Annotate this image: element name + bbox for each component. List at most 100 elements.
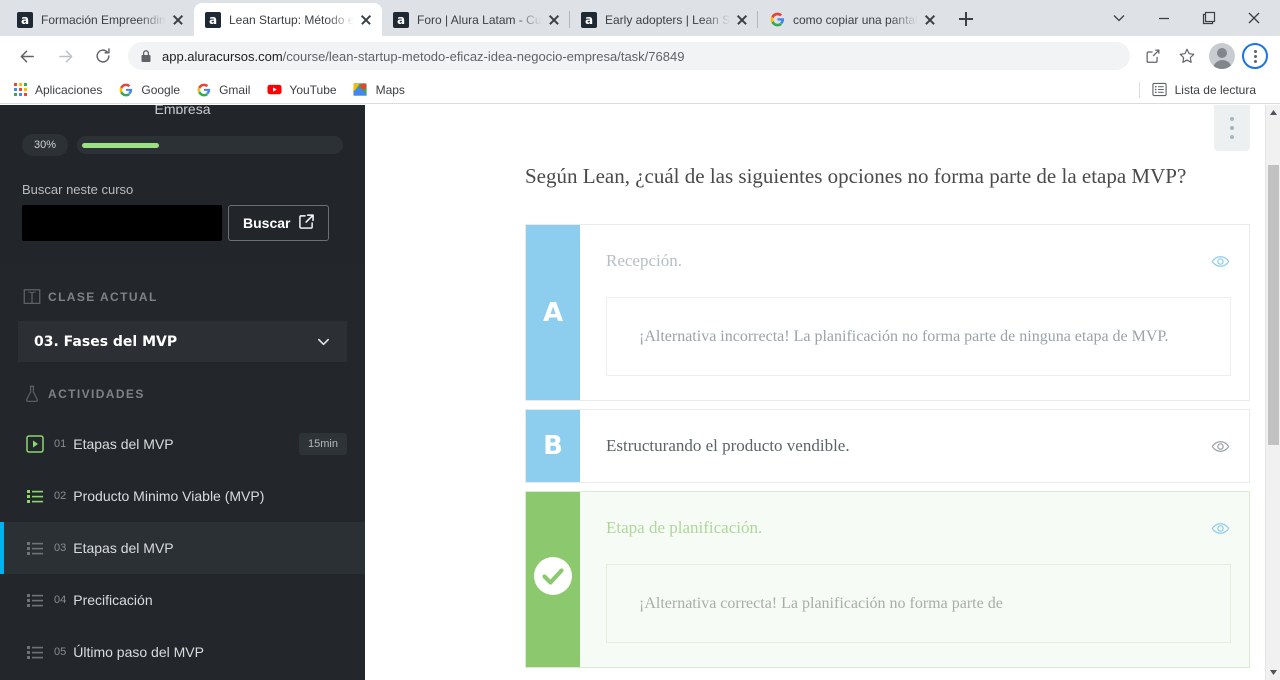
task-card: Según Lean, ¿cuál de las siguientes opci… xyxy=(525,105,1250,680)
bookmark-maps[interactable]: Maps xyxy=(351,79,413,101)
address-bar[interactable]: app.aluracursos.com/course/lean-startup-… xyxy=(128,42,1130,70)
activity-label: Etapas del MVP xyxy=(73,436,174,452)
browser-window: a Formación Empreendimie a Lean Startup:… xyxy=(0,0,1280,680)
progress-bar-track xyxy=(77,136,343,154)
alternative-body: Estructurando el producto vendible. xyxy=(580,410,1249,482)
tab-title: como copiar una pantalla xyxy=(793,12,918,27)
activity-duration: 15min xyxy=(299,433,347,455)
reading-list-area: Lista de lectura xyxy=(1138,79,1270,101)
page-viewport: Empresa 30% Buscar neste curso Buscar CL… xyxy=(0,105,1280,680)
alternative-header: Estructurando el producto vendible. xyxy=(606,410,1249,482)
close-icon[interactable] xyxy=(922,12,938,28)
tab-search-icon[interactable] xyxy=(1096,2,1141,34)
divider xyxy=(1138,81,1140,98)
activity-label: Último paso del MVP xyxy=(73,644,204,660)
sidebar-activity-03[interactable]: 03 Etapas del MVP xyxy=(0,522,365,574)
activity-number: 03 xyxy=(54,542,67,554)
activity-number: 02 xyxy=(54,490,67,502)
alura-icon: a xyxy=(393,11,409,28)
alternative-header: Etapa de planificación. xyxy=(606,492,1249,564)
scrollbar-thumb[interactable] xyxy=(1268,165,1279,445)
close-icon[interactable] xyxy=(358,12,374,28)
reading-list-label: Lista de lectura xyxy=(1174,82,1256,97)
scroll-up-arrow-icon[interactable] xyxy=(1266,105,1280,120)
eye-icon[interactable] xyxy=(1211,519,1231,538)
alternative-c[interactable]: Etapa de planificación. ¡Alternativa cor… xyxy=(525,491,1250,668)
tab-title: Early adopters | Lean Start xyxy=(605,12,730,27)
new-tab-button[interactable] xyxy=(952,5,980,33)
browser-tab-4[interactable]: a Early adopters | Lean Start xyxy=(569,3,758,36)
activity-number: 04 xyxy=(54,594,67,606)
main-content: Según Lean, ¿cuál de las siguientes opci… xyxy=(365,105,1280,680)
sidebar-activity-05[interactable]: 05 Último paso del MVP xyxy=(0,626,365,678)
url-text: app.aluracursos.com/course/lean-startup-… xyxy=(162,49,684,64)
alternative-b[interactable]: B Estructurando el producto vendible. xyxy=(525,409,1250,483)
minimize-icon[interactable] xyxy=(1141,2,1186,34)
bookmark-apps[interactable]: Aplicaciones xyxy=(10,79,110,101)
chrome-menu-icon[interactable] xyxy=(1242,43,1268,69)
reading-list-button[interactable]: Lista de lectura xyxy=(1150,79,1264,101)
bookmark-label: Aplicaciones xyxy=(35,82,103,97)
more-options-icon[interactable] xyxy=(1214,105,1250,151)
back-icon[interactable] xyxy=(13,42,41,70)
share-icon[interactable] xyxy=(1139,42,1167,70)
activities-section-header: ACTIVIDADES xyxy=(0,362,365,418)
flask-icon xyxy=(22,384,48,404)
search-button-label: Buscar xyxy=(243,215,291,231)
browser-tab-5[interactable]: como copiar una pantalla xyxy=(757,3,946,36)
url-path: /course/lean-startup-metodo-eficaz-idea-… xyxy=(282,48,685,64)
section-label: CLASE ACTUAL xyxy=(48,290,158,304)
page-scrollbar[interactable] xyxy=(1265,105,1280,680)
bookmark-google[interactable]: Google xyxy=(116,79,188,101)
list-icon xyxy=(26,643,54,661)
alura-icon: a xyxy=(17,11,33,28)
browser-toolbar: app.aluracursos.com/course/lean-startup-… xyxy=(0,36,1280,76)
reload-icon[interactable] xyxy=(89,42,117,70)
check-circle-icon xyxy=(533,556,573,603)
current-class-label: 03. Fases del MVP xyxy=(34,333,178,350)
sidebar-activity-01[interactable]: 01 Etapas del MVP 15min xyxy=(0,418,365,470)
maximize-icon[interactable] xyxy=(1186,2,1231,34)
progress-bar-fill xyxy=(82,142,159,148)
alternative-a[interactable]: A Recepción. ¡Alternativa incorrecta! La… xyxy=(525,224,1250,401)
alternative-text: Estructurando el producto vendible. xyxy=(606,436,850,455)
google-g-icon xyxy=(118,82,134,98)
eye-icon[interactable] xyxy=(1211,252,1231,271)
browser-tab-1[interactable]: a Formación Empreendimie xyxy=(6,3,194,36)
bookmark-label: Maps xyxy=(375,82,405,97)
sidebar-activity-04[interactable]: 04 Precificación xyxy=(0,574,365,626)
tab-title: Foro | Alura Latam - Curso xyxy=(417,12,542,27)
search-input[interactable] xyxy=(22,205,222,241)
activity-number: 01 xyxy=(54,438,67,450)
course-sidebar: Empresa 30% Buscar neste curso Buscar CL… xyxy=(0,105,365,680)
course-progress: 30% xyxy=(22,114,343,156)
alternatives-list: A Recepción. ¡Alternativa incorrecta! La… xyxy=(525,224,1250,668)
bookmark-youtube[interactable]: YouTube xyxy=(264,79,344,101)
eye-icon[interactable] xyxy=(1211,437,1231,456)
bookmark-gmail[interactable]: Gmail xyxy=(194,79,258,101)
tab-strip: a Formación Empreendimie a Lean Startup:… xyxy=(0,0,1280,36)
close-icon[interactable] xyxy=(1231,2,1276,34)
reading-list-icon xyxy=(1152,82,1168,98)
browser-tab-3[interactable]: a Foro | Alura Latam - Curso xyxy=(382,3,570,36)
bookmark-star-icon[interactable] xyxy=(1173,42,1201,70)
external-link-icon xyxy=(299,214,315,232)
sidebar-activity-02[interactable]: 02 Producto Minimo Viable (MVP) xyxy=(0,470,365,522)
alternative-badge-correct xyxy=(526,492,580,667)
browser-tab-2[interactable]: a Lean Startup: Método efic xyxy=(194,3,382,36)
bookmark-label: Google xyxy=(141,82,181,97)
close-icon[interactable] xyxy=(734,12,750,28)
scroll-down-arrow-icon[interactable] xyxy=(1266,665,1280,680)
alura-icon: a xyxy=(205,11,221,28)
close-icon[interactable] xyxy=(170,12,186,28)
book-icon xyxy=(22,287,48,307)
close-icon[interactable] xyxy=(546,12,562,28)
profile-avatar[interactable] xyxy=(1209,43,1235,69)
current-class-selector[interactable]: 03. Fases del MVP xyxy=(18,321,347,362)
forward-icon[interactable] xyxy=(51,42,79,70)
search-button[interactable]: Buscar xyxy=(228,205,330,241)
activity-label: Etapas del MVP xyxy=(73,540,174,556)
list-icon xyxy=(26,487,54,505)
youtube-icon xyxy=(266,82,282,98)
activity-label: Producto Minimo Viable (MVP) xyxy=(73,488,265,504)
